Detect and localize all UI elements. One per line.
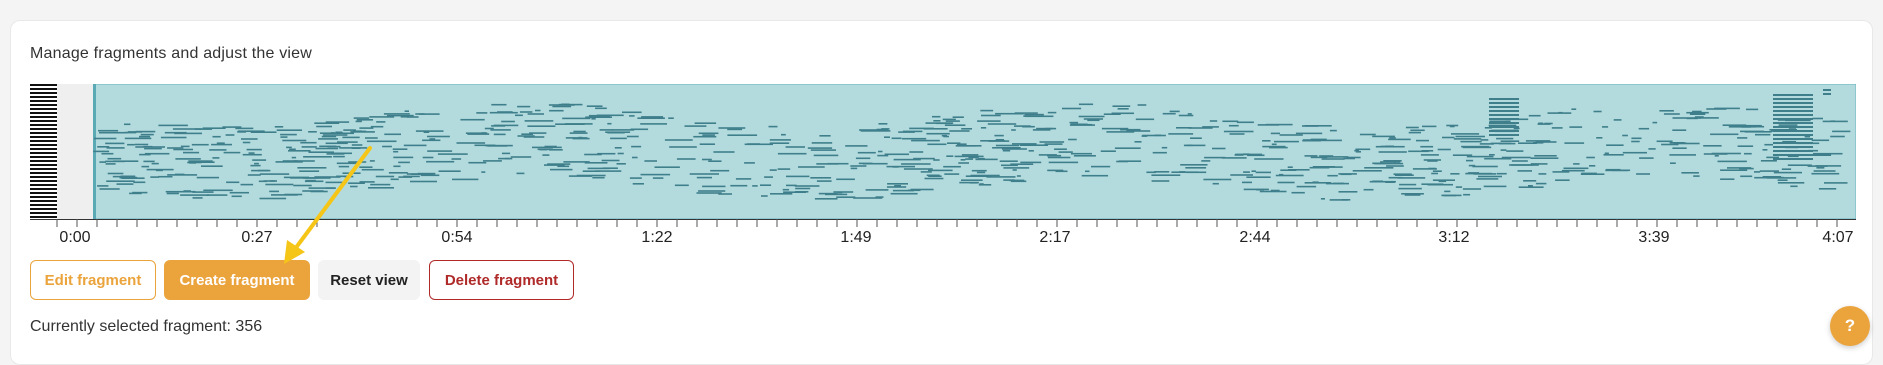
question-mark-icon: ? — [1844, 316, 1856, 335]
roll-margin — [57, 84, 93, 219]
create-fragment-button[interactable]: Create fragment — [164, 260, 310, 300]
edit-fragment-button[interactable]: Edit fragment — [30, 260, 156, 300]
time-label: 4:07 — [1822, 229, 1854, 246]
time-label: 3:12 — [1438, 229, 1470, 246]
panel-heading: Manage fragments and adjust the view — [30, 45, 313, 62]
time-label: 2:17 — [1039, 229, 1071, 246]
timeline[interactable]: 0:00 0:27 0:54 1:22 1:49 2:17 2:44 3:12 … — [30, 219, 1856, 246]
delete-fragment-button[interactable]: Delete fragment — [429, 260, 574, 300]
selected-fragment-status: Currently selected fragment: 356 — [30, 318, 263, 335]
piano-roll[interactable] — [30, 84, 1856, 219]
time-label: 0:27 — [241, 229, 273, 246]
time-label: 0:54 — [441, 229, 473, 246]
time-label: 2:44 — [1239, 229, 1271, 246]
time-label: 3:39 — [1638, 229, 1670, 246]
piano-keys — [30, 84, 57, 219]
reset-view-button[interactable]: Reset view — [318, 260, 420, 300]
help-button[interactable]: ? — [1830, 306, 1870, 346]
fragment-region[interactable] — [93, 84, 1856, 219]
time-label: 1:49 — [840, 229, 872, 246]
time-label: 1:22 — [641, 229, 673, 246]
timeline-ticks — [30, 219, 1856, 227]
time-label: 0:00 — [59, 229, 91, 246]
